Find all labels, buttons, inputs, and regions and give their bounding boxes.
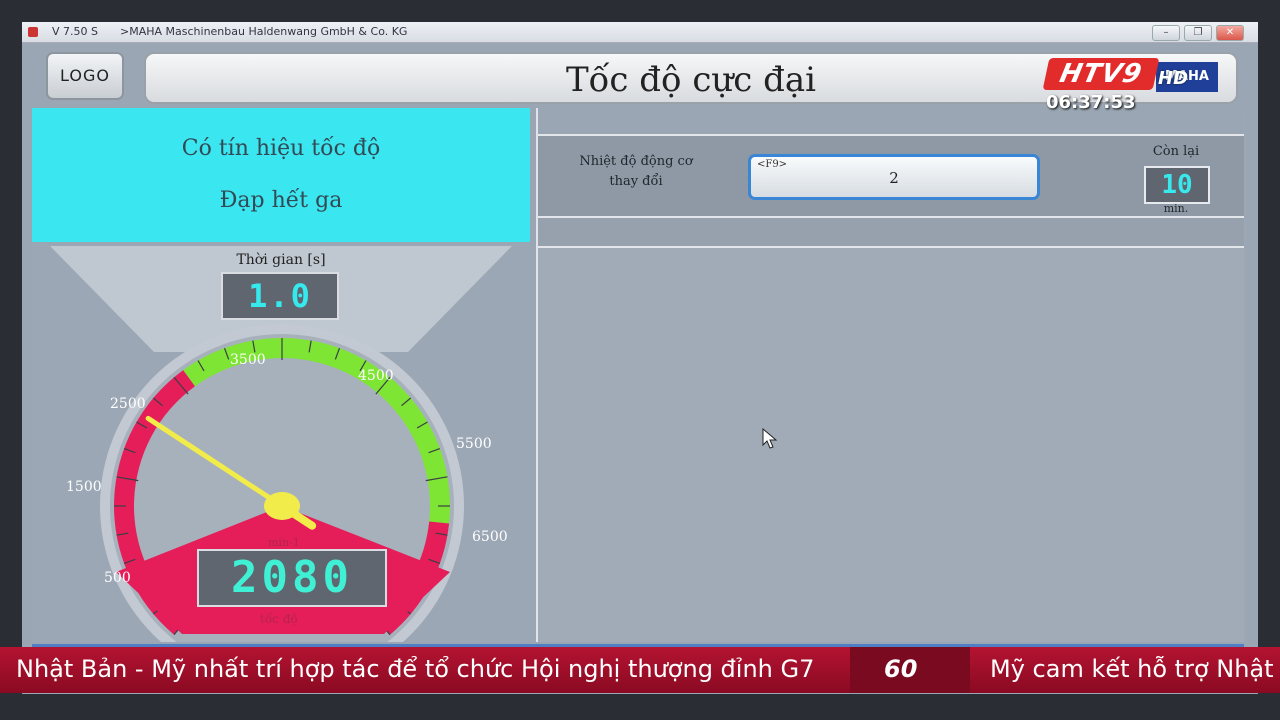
- tick-label-5500: 5500: [456, 436, 492, 452]
- status-line-signal: Có tín hiệu tốc độ: [181, 136, 381, 161]
- monitor-screen: V 7.50 S >MAHA Maschinenbau Haldenwang G…: [22, 22, 1258, 694]
- minimize-icon: –: [1163, 27, 1169, 38]
- ticker-headline-2: Mỹ cam kết hỗ trợ Nhật: [990, 655, 1274, 683]
- right-panel-subheader: [538, 218, 1244, 248]
- tick-label-1500: 1500: [66, 479, 102, 495]
- htv-60-mark: 60: [884, 655, 918, 683]
- minimize-button[interactable]: –: [1152, 25, 1180, 41]
- right-panel: Nhiệt độ động cơ thay đổi <F9> 2 Còn lại…: [536, 108, 1246, 642]
- restore-button[interactable]: ❐: [1184, 25, 1212, 41]
- remaining-label: Còn lại: [1152, 144, 1200, 159]
- logo-button[interactable]: LOGO: [46, 52, 124, 100]
- remaining-display: 10: [1144, 166, 1210, 204]
- tick-label-500: 500: [104, 570, 131, 586]
- remaining-unit: min.: [1163, 202, 1189, 215]
- restore-icon: ❐: [1193, 27, 1203, 38]
- tick-label-2500: 2500: [110, 396, 146, 412]
- tick-label-6500: 6500: [472, 529, 508, 545]
- mouse-cursor-icon: [762, 428, 778, 449]
- ticker-headline-1: Nhật Bản - Mỹ nhất trí hợp tác để tổ chứ…: [16, 655, 815, 683]
- engine-temp-sublabel: thay đổi: [609, 174, 663, 189]
- gauge-panel: Thời gian [s] 1.0 500 1500 2500 3500 450…: [32, 244, 530, 642]
- tick-label-4500: 4500: [358, 368, 394, 384]
- rpm-unit-label: min-1: [268, 536, 300, 549]
- engine-info-row: Nhiệt độ động cơ thay đổi <F9> 2 Còn lại…: [538, 136, 1244, 218]
- tick-label-3500: 3500: [230, 352, 266, 368]
- window-titlebar: V 7.50 S >MAHA Maschinenbau Haldenwang G…: [22, 22, 1258, 43]
- close-icon: ✕: [1225, 27, 1235, 38]
- window-version: V 7.50 S: [52, 25, 98, 38]
- speed-label: tốc độ: [260, 612, 298, 626]
- engine-temp-value: 2: [889, 169, 899, 187]
- window-company: >MAHA Maschinenbau Haldenwang GmbH & Co.…: [120, 25, 408, 38]
- broadcast-clock: 06:37:53: [1046, 92, 1136, 113]
- rpm-display: 2080: [197, 549, 387, 607]
- htv9-channel-logo: HTV9 HD 06:37:53: [1042, 56, 1222, 116]
- close-button[interactable]: ✕: [1216, 25, 1244, 41]
- app-icon: [28, 27, 38, 37]
- right-panel-body: [538, 248, 1244, 642]
- status-line-throttle: Đạp hết ga: [219, 188, 343, 213]
- gauge-hub: [264, 492, 300, 520]
- engine-temp-field[interactable]: <F9> 2: [748, 154, 1040, 200]
- status-panel: Có tín hiệu tốc độ Đạp hết ga: [32, 108, 530, 242]
- htv9-brand: HTV9: [1042, 58, 1160, 90]
- engine-temp-label: Nhiệt độ động cơ: [579, 154, 693, 169]
- hd-badge: HD: [1158, 68, 1189, 89]
- news-ticker: Nhật Bản - Mỹ nhất trí hợp tác để tổ chứ…: [0, 647, 1280, 693]
